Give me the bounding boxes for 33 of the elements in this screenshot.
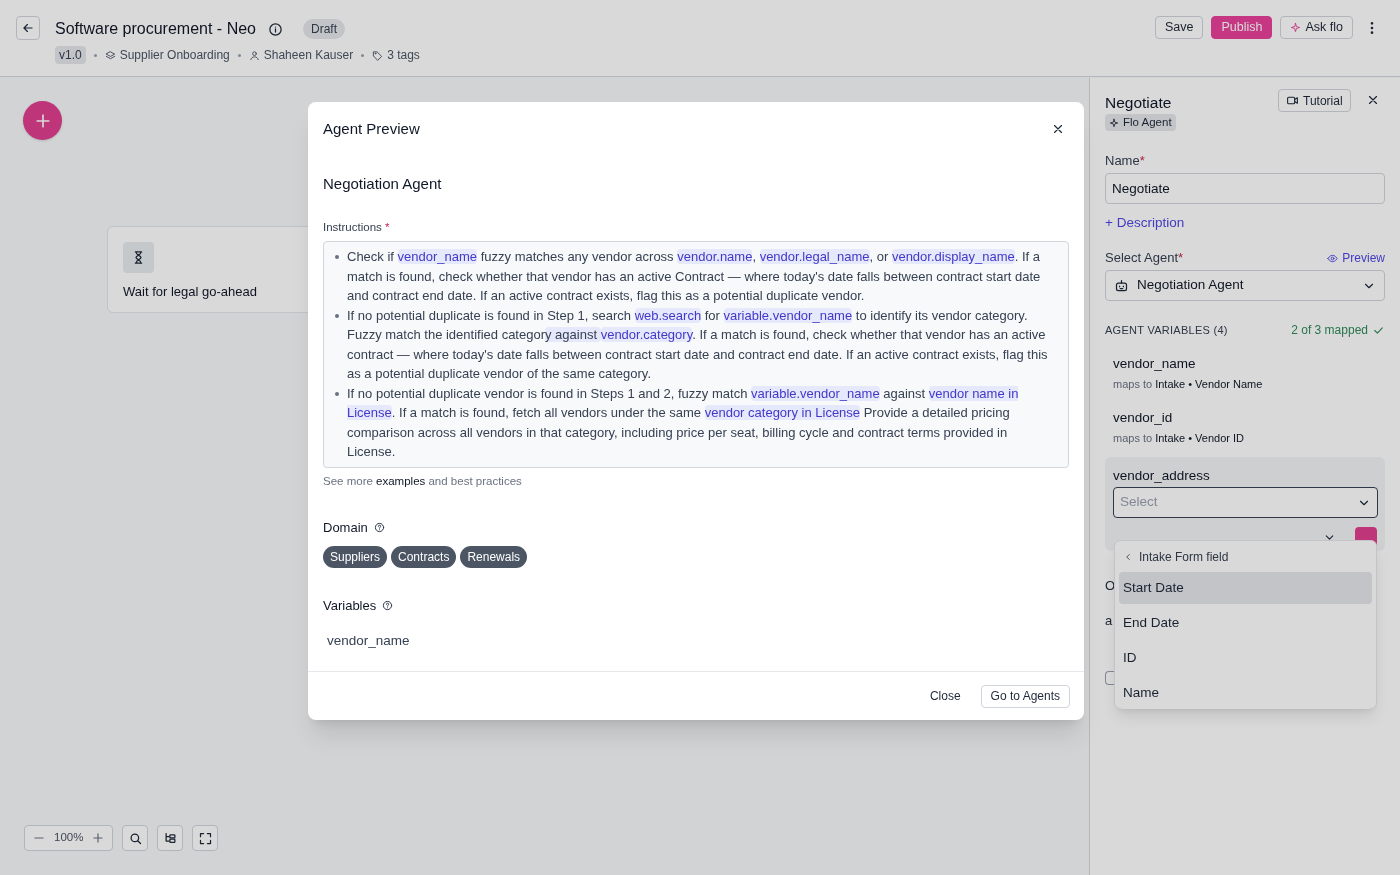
meta-item: 3 tags	[387, 47, 420, 64]
agent-type-badge: Flo Agent	[1105, 114, 1176, 132]
variable-mapping: maps to Intake • Vendor Name	[1113, 377, 1263, 392]
variable-name: vendor_address	[1113, 467, 1210, 485]
help-text: See more examples and best practices	[323, 473, 523, 489]
instruction-text: If no potential duplicate is found in Step 1, search web.search for variable.vendor_name to identify its vendor category. Fuzzy match the identified category against vendor.category. If a match is found, check whether that vendor has an active contract — where today's date falls between contract start date and contract end date. If an active contract exists, flag this as a potential duplicate vendor of the same category.	[347, 306, 1049, 384]
variable-name: vendor_id	[1113, 409, 1173, 427]
partly-hidden-text: a	[1105, 612, 1113, 630]
page-title: Software procurement - Neo	[55, 19, 256, 39]
section-heading: AGENT VARIABLES (4)	[1105, 323, 1228, 338]
node-title: Wait for legal go-ahead	[123, 283, 257, 301]
status-badge: Draft	[303, 19, 345, 39]
version-badge: v1.0	[55, 46, 86, 64]
dialog-title: Agent Preview	[323, 119, 420, 139]
variable-name: vendor_name	[327, 632, 411, 650]
variable-name: vendor_name	[1113, 355, 1196, 373]
zoom-level: 100%	[54, 830, 84, 846]
meta-item: Shaheen Kauser	[263, 47, 354, 64]
domain-tag: Renewals	[460, 545, 528, 568]
variable-mapping: maps to Intake • Vendor ID	[1113, 431, 1245, 446]
section-label: Domain	[323, 519, 368, 537]
mapped-count: 2 of 3 mapped	[1291, 321, 1385, 339]
meta-item: Supplier Onboarding	[119, 47, 230, 64]
section-label: Variables	[323, 596, 377, 615]
partly-hidden-text: O	[1105, 577, 1116, 595]
field-label: Name*	[1105, 152, 1145, 170]
domain-tag: Suppliers	[323, 545, 388, 568]
panel-title: Negotiate	[1105, 93, 1172, 113]
instruction-text: Check if vendor_name fuzzy matches any vendor across vendor.name, vendor.legal_name, or vendor.display_name. If a match is found, check whether that vendor has an active Contract — where today's date falls between contract start date and contract end date. If an active contract exists, flag this as a potential duplicate vendor.	[347, 248, 1042, 306]
instruction-text: If no potential duplicate vendor is found in Steps 1 and 2, fuzzy match variable.vendor_name against vendor name in License. If a match is found, fetch all vendors under the same vendor category in License Provide a detailed pricing comparison across all vendors in that category, including price per seat, billing cycle and contract terms provided in License.	[347, 384, 1020, 462]
field-label: Select Agent*	[1105, 249, 1184, 267]
agent-name: Negotiation Agent	[323, 173, 443, 194]
domain-tag: Contracts	[391, 545, 457, 568]
